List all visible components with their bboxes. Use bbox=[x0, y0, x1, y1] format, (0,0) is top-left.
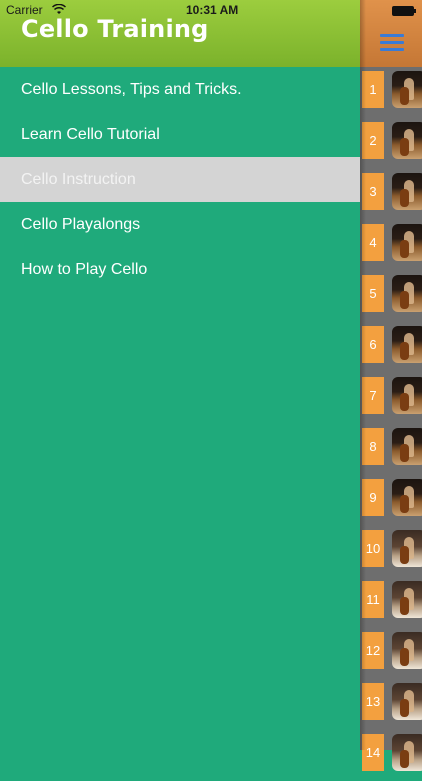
video-thumbnail bbox=[392, 224, 422, 261]
video-thumbnail bbox=[392, 173, 422, 210]
video-thumbnail bbox=[392, 71, 422, 108]
menu-item[interactable]: Cello Instruction bbox=[0, 157, 360, 202]
hamburger-icon[interactable] bbox=[380, 34, 404, 52]
video-row[interactable]: 12 bbox=[360, 628, 422, 679]
status-bar: Carrier 10:31 AM bbox=[0, 0, 422, 20]
video-row[interactable]: 10 bbox=[360, 526, 422, 577]
video-list: 1 2 3 4 5 6 7 8 9 10 11 12 13 14 bbox=[360, 67, 422, 781]
menu-item[interactable]: Cello Playalongs bbox=[0, 202, 360, 247]
carrier-label: Carrier bbox=[6, 3, 43, 17]
video-thumbnail bbox=[392, 479, 422, 516]
wifi-icon bbox=[52, 4, 66, 14]
video-thumbnail bbox=[392, 683, 422, 720]
video-row[interactable]: 8 bbox=[360, 424, 422, 475]
video-row[interactable]: 2 bbox=[360, 118, 422, 169]
video-thumbnail bbox=[392, 530, 422, 567]
video-thumbnail bbox=[392, 275, 422, 312]
drawer-menu: Cello Lessons, Tips and Tricks. Learn Cel… bbox=[0, 67, 360, 292]
drawer-shadow bbox=[360, 0, 366, 750]
video-row[interactable]: 7 bbox=[360, 373, 422, 424]
battery-icon bbox=[392, 6, 416, 16]
video-row[interactable]: 5 bbox=[360, 271, 422, 322]
video-row[interactable]: 11 bbox=[360, 577, 422, 628]
menu-item[interactable]: How to Play Cello bbox=[0, 247, 360, 292]
video-row[interactable]: 3 bbox=[360, 169, 422, 220]
main-screen: 1 2 3 4 5 6 7 8 9 10 11 12 13 14 bbox=[360, 0, 422, 771]
video-row[interactable]: 1 bbox=[360, 67, 422, 118]
clock: 10:31 AM bbox=[186, 3, 239, 17]
video-row[interactable]: 4 bbox=[360, 220, 422, 271]
video-row[interactable]: 13 bbox=[360, 679, 422, 730]
video-thumbnail bbox=[392, 326, 422, 363]
video-row[interactable]: 6 bbox=[360, 322, 422, 373]
menu-item[interactable]: Learn Cello Tutorial bbox=[0, 112, 360, 157]
video-thumbnail bbox=[392, 734, 422, 771]
video-thumbnail bbox=[392, 428, 422, 465]
video-thumbnail bbox=[392, 377, 422, 414]
video-row[interactable]: 14 bbox=[360, 730, 422, 781]
video-row[interactable]: 9 bbox=[360, 475, 422, 526]
menu-item[interactable]: Cello Lessons, Tips and Tricks. bbox=[0, 67, 360, 112]
video-thumbnail bbox=[392, 581, 422, 618]
video-thumbnail bbox=[392, 122, 422, 159]
video-thumbnail bbox=[392, 632, 422, 669]
side-drawer: Cello Training Cello Lessons, Tips and T… bbox=[0, 0, 360, 750]
